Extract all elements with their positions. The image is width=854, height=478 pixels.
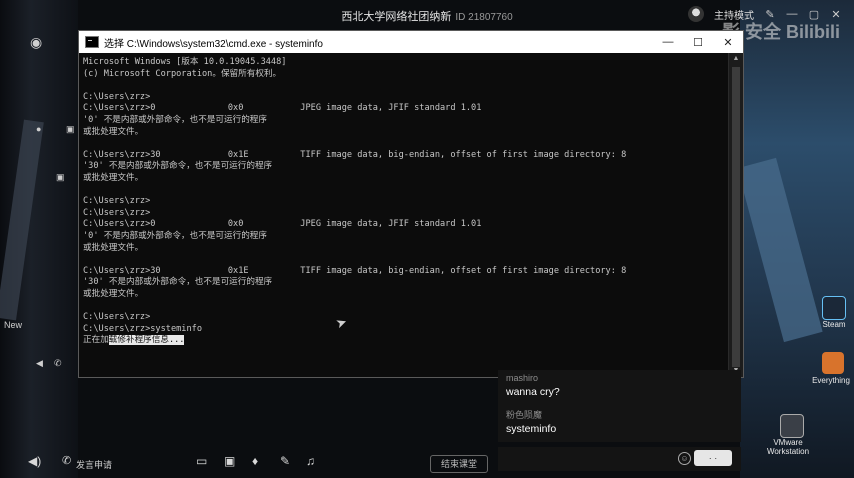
desktop-icon-label: Everything: [812, 376, 850, 385]
live-room-id: ID 21807760: [455, 12, 513, 23]
maximize-button[interactable]: ☐: [683, 31, 713, 53]
music-icon[interactable]: ♫: [306, 454, 315, 468]
avatar-icon: ●: [36, 124, 42, 134]
mic-request-label[interactable]: 发言申请: [76, 458, 112, 471]
cmd-window[interactable]: 选择 C:\Windows\system32\cmd.exe - systemi…: [78, 30, 744, 378]
console-line: 或批处理文件。: [83, 242, 144, 253]
phone-icon[interactable]: ✆: [62, 454, 71, 467]
cmd-app-icon: [85, 36, 99, 48]
chat-message: wanna cry?: [506, 386, 560, 398]
console-line: (c) Microsoft Corporation。保留所有权利。: [83, 68, 282, 79]
vertical-scrollbar[interactable]: ▲ ▼: [728, 53, 743, 377]
minimize-button[interactable]: —: [653, 31, 683, 53]
console-line: 或批处理文件。: [83, 126, 144, 137]
video-off-icon[interactable]: ▭: [196, 454, 207, 468]
desktop-icon-label: VMware Workstation: [766, 438, 810, 456]
console-line: '30' 不是内部或外部命令，也不是可运行的程序: [83, 277, 273, 288]
console-line: '0' 不是内部或外部命令，也不是可运行的程序: [83, 230, 267, 241]
end-class-button[interactable]: 结束课堂: [430, 455, 488, 473]
microphone-icon[interactable]: ♦: [252, 454, 258, 468]
console-line: C:\Users\zrz>: [83, 312, 151, 323]
console-line: 正在加载修补程序信息...: [83, 335, 729, 347]
live-room-name: 西北大学网络社团纳新: [341, 11, 452, 23]
console-line: C:\Users\zrz>0 0x0 JPEG image data, JFIF…: [83, 219, 482, 230]
video-icon: ▣: [56, 172, 65, 182]
video-icon: ▣: [66, 124, 75, 134]
chat-input[interactable]: ☺ · ·: [498, 447, 741, 471]
console-line: Microsoft Windows [版本 10.0.19045.3448]: [83, 57, 287, 67]
cmd-titlebar[interactable]: 选择 C:\Windows\system32\cmd.exe - systemi…: [79, 31, 743, 53]
cmd-window-title: 选择 C:\Windows\system32\cmd.exe - systemi…: [104, 38, 323, 50]
console-line: C:\Users\zrz>30 0x1E TIFF image data, bi…: [83, 265, 627, 276]
phone-icon: ✆: [54, 358, 62, 368]
selected-text[interactable]: 载修补程序信息...: [108, 335, 185, 346]
vmware-icon[interactable]: [780, 414, 804, 438]
everything-icon[interactable]: [822, 352, 844, 374]
send-button[interactable]: · ·: [694, 450, 732, 466]
speaker-icon: ◀: [36, 358, 43, 368]
desktop-item-label: New: [4, 320, 23, 330]
close-button[interactable]: ✕: [713, 31, 743, 53]
annotate-icon[interactable]: ✎: [280, 454, 290, 468]
window-controls: — ☐ ✕: [653, 31, 743, 53]
chat-message: systeminfo: [506, 423, 557, 435]
console-line: '30' 不是内部或外部命令，也不是可运行的程序: [83, 161, 273, 172]
console-line: C:\Users\zrz>: [83, 207, 151, 218]
scroll-up-arrow[interactable]: ▲: [729, 53, 743, 65]
console-line: 或批处理文件。: [83, 288, 144, 299]
chat-username: 粉色陨魔: [506, 410, 543, 420]
console-output[interactable]: Microsoft Windows [版本 10.0.19045.3448] (c…: [79, 53, 729, 377]
chat-panel: mashiro wanna cry? 粉色陨魔 systeminfo: [498, 370, 741, 442]
camera-icon[interactable]: ◉: [30, 34, 42, 51]
console-line: C:\Users\zrz>30 0x1E TIFF image data, bi…: [83, 149, 627, 160]
console-line: C:\Users\zrz>systeminfo: [83, 323, 202, 334]
speaker-icon[interactable]: ◀): [28, 454, 41, 468]
emoji-icon[interactable]: ☺: [678, 452, 691, 465]
console-line: '0' 不是内部或外部命令，也不是可运行的程序: [83, 114, 267, 125]
console-line: C:\Users\zrz>: [83, 91, 151, 102]
steam-icon[interactable]: [822, 296, 846, 320]
scroll-thumb[interactable]: [732, 67, 740, 367]
screen-share-icon[interactable]: ▣: [224, 454, 235, 468]
loading-text: 正在加: [83, 335, 109, 346]
bottom-control-bar: ◀) ✆ 发言申请 ▭ ▣ ♦ ✎ ♫ 结束课堂: [0, 448, 498, 478]
console-line: C:\Users\zrz>0 0x0 JPEG image data, JFIF…: [83, 103, 482, 114]
console-line: 或批处理文件。: [83, 172, 144, 183]
desktop-icon-label: Steam: [822, 320, 846, 329]
chat-username: mashiro: [506, 373, 539, 383]
presenter-avatar[interactable]: [688, 6, 704, 22]
console-line: C:\Users\zrz>: [83, 196, 151, 207]
